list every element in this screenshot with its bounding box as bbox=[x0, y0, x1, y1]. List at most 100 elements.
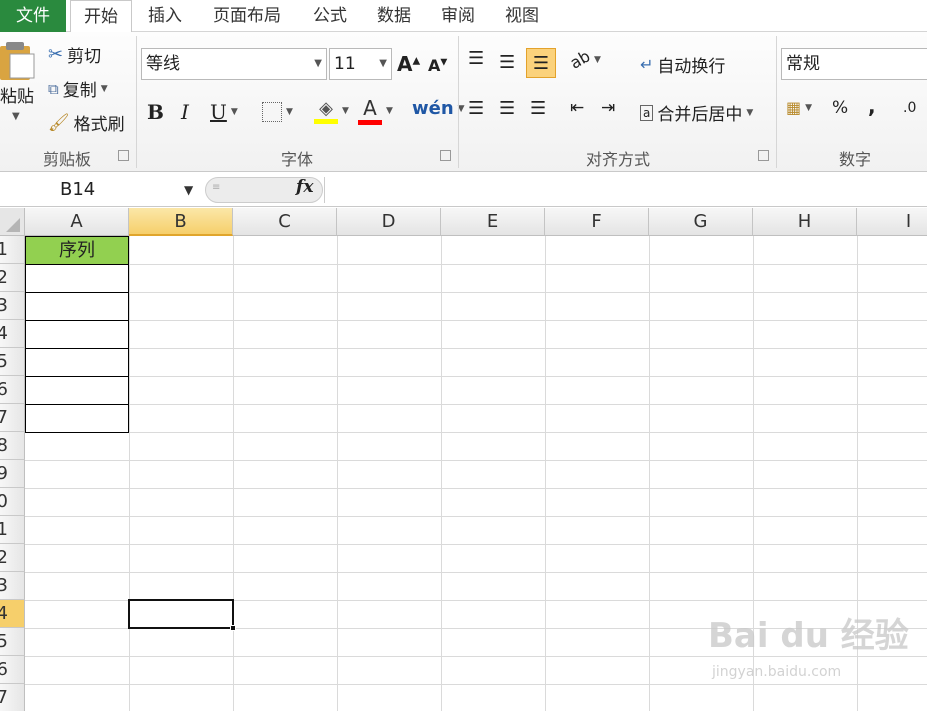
tab-view[interactable]: 视图 bbox=[496, 0, 548, 32]
font-color-icon: A bbox=[363, 96, 377, 120]
cell-a2[interactable] bbox=[25, 264, 129, 293]
dialog-launcher-icon[interactable] bbox=[118, 150, 129, 161]
font-color-button[interactable]: A bbox=[358, 96, 382, 125]
ribbon-tabs: 文件 开始 插入 页面布局 公式 数据 审阅 视图 bbox=[0, 0, 927, 33]
paste-button[interactable]: 粘贴 ▼ bbox=[0, 40, 36, 122]
phonetic-button[interactable]: wén ▼ bbox=[412, 98, 465, 119]
fill-color-dropdown-icon[interactable]: ▼ bbox=[342, 106, 349, 116]
percent-button[interactable]: % bbox=[832, 98, 848, 118]
format-painter-button[interactable]: 🖌 格式刷 bbox=[48, 110, 125, 136]
increase-decimal-button[interactable]: .0 bbox=[903, 100, 916, 116]
tab-home[interactable]: 开始 bbox=[70, 0, 132, 33]
cell-a7[interactable] bbox=[25, 404, 129, 433]
row-header[interactable]: 8 bbox=[0, 432, 25, 460]
italic-button[interactable]: I bbox=[181, 100, 189, 124]
copy-button[interactable]: ⧉ 复制 ▼ bbox=[48, 76, 108, 102]
row-header[interactable]: 15 bbox=[0, 628, 25, 656]
insert-function-button[interactable]: fx bbox=[296, 177, 313, 197]
row-header[interactable]: 12 bbox=[0, 544, 25, 572]
font-name-select[interactable]: 等线 ▼ bbox=[141, 48, 327, 80]
chevron-down-icon: ▼ bbox=[379, 58, 387, 69]
align-right-icon: ☰ bbox=[530, 98, 547, 119]
column-header[interactable]: E bbox=[441, 208, 545, 236]
font-color-dropdown-icon[interactable]: ▼ bbox=[386, 106, 393, 116]
borders-button[interactable]: ▼ bbox=[262, 102, 293, 122]
orientation-button[interactable]: ab ▼ bbox=[567, 46, 601, 72]
grip-icon[interactable]: ≡ bbox=[212, 182, 220, 193]
top-align-button[interactable]: ☰ bbox=[468, 48, 484, 69]
column-header[interactable]: H bbox=[753, 208, 857, 236]
wrap-text-button[interactable]: ↵ 自动换行 bbox=[640, 52, 725, 77]
row-header[interactable]: 4 bbox=[0, 320, 25, 348]
decrease-indent-button[interactable]: ⇤ bbox=[570, 98, 584, 118]
accounting-format-button[interactable]: ▦ ▼ bbox=[786, 98, 812, 117]
font-size-select[interactable]: 11 ▼ bbox=[329, 48, 392, 80]
tab-page-layout[interactable]: 页面布局 bbox=[204, 0, 290, 32]
watermark-logo: Bai du 经验 bbox=[708, 616, 909, 656]
comma-button[interactable]: , bbox=[868, 94, 876, 118]
cell-a5[interactable] bbox=[25, 348, 129, 377]
row-header[interactable]: 11 bbox=[0, 516, 25, 544]
row-header[interactable]: 3 bbox=[0, 292, 25, 320]
row-header[interactable]: 10 bbox=[0, 488, 25, 516]
column-header[interactable]: B bbox=[129, 208, 233, 236]
cut-button[interactable]: ✂ 剪切 bbox=[48, 42, 101, 67]
active-cell-b14[interactable] bbox=[128, 599, 234, 629]
align-center-button[interactable]: ☰ bbox=[499, 98, 515, 119]
bold-button[interactable]: B bbox=[147, 100, 164, 124]
middle-align-button[interactable]: ☰ bbox=[499, 52, 515, 73]
tab-formulas[interactable]: 公式 bbox=[304, 0, 356, 32]
merge-center-button[interactable]: a 合并后居中 ▼ bbox=[640, 100, 753, 125]
name-box[interactable]: B14 bbox=[0, 177, 205, 203]
chevron-down-icon[interactable]: ▼ bbox=[184, 183, 193, 197]
decrease-font-button[interactable]: A▼ bbox=[428, 56, 447, 75]
row-header[interactable]: 13 bbox=[0, 572, 25, 600]
dialog-launcher-icon[interactable] bbox=[758, 150, 769, 161]
tab-review[interactable]: 审阅 bbox=[432, 0, 484, 32]
column-header[interactable]: I bbox=[857, 208, 927, 236]
column-header[interactable]: A bbox=[25, 208, 129, 236]
fill-color-button[interactable]: ◈ bbox=[314, 98, 338, 124]
font-group-label: 字体 bbox=[280, 150, 313, 169]
gridline bbox=[25, 516, 927, 517]
gridline bbox=[25, 572, 927, 573]
increase-indent-button[interactable]: ⇥ bbox=[601, 98, 615, 118]
row-header[interactable]: 5 bbox=[0, 348, 25, 376]
row-header[interactable]: 16 bbox=[0, 656, 25, 684]
gridline bbox=[25, 684, 927, 685]
formula-bar: B14 ▼ ≡ fx bbox=[0, 173, 927, 207]
align-left-button[interactable]: ☰ bbox=[468, 98, 484, 119]
tab-insert[interactable]: 插入 bbox=[140, 0, 190, 32]
row-header[interactable]: 1 bbox=[0, 236, 25, 264]
tab-file[interactable]: 文件 bbox=[0, 0, 66, 32]
align-right-button[interactable]: ☰ bbox=[530, 98, 546, 119]
formula-input[interactable] bbox=[324, 177, 927, 203]
cell-a1[interactable]: 序列 bbox=[25, 236, 129, 265]
align-top-icon: ☰ bbox=[468, 48, 485, 69]
column-header[interactable]: D bbox=[337, 208, 441, 236]
row-header[interactable]: 7 bbox=[0, 404, 25, 432]
row-header[interactable]: 9 bbox=[0, 460, 25, 488]
number-format-select[interactable]: 常规 bbox=[781, 48, 927, 80]
column-header[interactable]: C bbox=[233, 208, 337, 236]
select-all-button[interactable] bbox=[0, 208, 25, 236]
dialog-launcher-icon[interactable] bbox=[440, 150, 451, 161]
cell-a6[interactable] bbox=[25, 376, 129, 405]
fill-handle[interactable] bbox=[230, 625, 236, 631]
tab-data[interactable]: 数据 bbox=[368, 0, 420, 32]
cell-a4[interactable] bbox=[25, 320, 129, 349]
row-header[interactable]: 14 bbox=[0, 600, 25, 628]
underline-icon: U bbox=[210, 100, 227, 124]
gridline bbox=[25, 264, 927, 265]
bottom-align-button[interactable]: ☰ bbox=[526, 48, 556, 78]
row-header[interactable]: 6 bbox=[0, 376, 25, 404]
column-header[interactable]: F bbox=[545, 208, 649, 236]
column-header[interactable]: G bbox=[649, 208, 753, 236]
row-header[interactable]: 2 bbox=[0, 264, 25, 292]
underline-button[interactable]: U ▼ bbox=[210, 100, 238, 124]
cell-a3[interactable] bbox=[25, 292, 129, 321]
watermark-url: jingyan.baidu.com bbox=[712, 664, 842, 680]
row-header[interactable]: 17 bbox=[0, 684, 25, 711]
phonetic-icon: wén bbox=[412, 98, 454, 119]
increase-font-button[interactable]: A▲ bbox=[397, 52, 420, 76]
